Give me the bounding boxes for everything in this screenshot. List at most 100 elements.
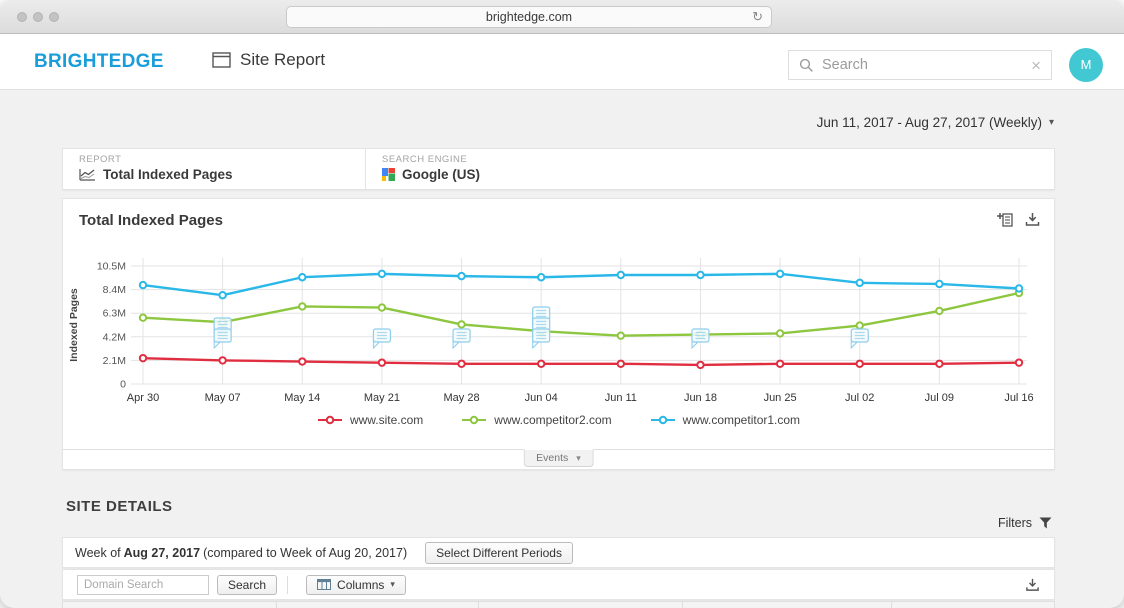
x-tick-label: Jul 16 — [1004, 392, 1033, 404]
filters-button[interactable]: Filters — [998, 516, 1052, 530]
data-point — [379, 271, 385, 277]
search-icon — [799, 58, 814, 73]
refresh-icon[interactable]: ↻ — [752, 7, 763, 27]
chart-actions — [997, 212, 1040, 227]
toolbar-divider — [287, 576, 288, 594]
data-point — [458, 273, 464, 279]
select-different-periods-button[interactable]: Select Different Periods — [425, 542, 573, 564]
legend-item[interactable]: www.competitor2.com — [461, 413, 611, 427]
x-tick-label: Jul 02 — [845, 392, 874, 404]
legend-label: www.competitor2.com — [494, 413, 611, 427]
window-close-button[interactable] — [17, 12, 27, 22]
legend-marker — [650, 415, 676, 425]
data-point — [458, 321, 464, 327]
period-week: Aug 27, 2017 — [124, 546, 200, 560]
data-point — [299, 358, 305, 364]
date-range-selector[interactable]: Jun 11, 2017 - Aug 27, 2017 (Weekly) ▾ — [817, 115, 1054, 130]
legend-item[interactable]: www.site.com — [317, 413, 423, 427]
data-point — [458, 361, 464, 367]
table-column-header — [683, 602, 892, 608]
google-icon — [382, 168, 395, 181]
table-column-header — [277, 602, 479, 608]
search-engine-selector[interactable]: SEARCH ENGINE Google (US) — [366, 149, 1054, 189]
data-point — [697, 362, 703, 368]
line-chart-icon — [79, 168, 96, 181]
x-tick-label: Jun 04 — [525, 392, 558, 404]
data-point — [140, 282, 146, 288]
report-selector[interactable]: REPORT Total Indexed Pages — [63, 149, 366, 189]
table-column-header — [63, 602, 277, 608]
data-point — [857, 361, 863, 367]
chevron-down-icon: ▾ — [576, 453, 581, 464]
user-avatar[interactable]: M — [1069, 48, 1103, 82]
data-point — [618, 332, 624, 338]
data-point — [140, 355, 146, 361]
data-point — [777, 361, 783, 367]
data-point — [618, 272, 624, 278]
domain-search-button[interactable]: Search — [217, 575, 277, 595]
legend-item[interactable]: www.competitor1.com — [650, 413, 800, 427]
url-bar[interactable]: brightedge.com ↻ — [286, 6, 772, 28]
x-tick-label: May 28 — [444, 392, 480, 404]
y-tick-label: 8.4M — [103, 284, 126, 296]
period-bar: Week ofAug 27, 2017(compared to Week of … — [62, 537, 1055, 568]
x-tick-label: Jul 09 — [925, 392, 954, 404]
add-to-dashboard-icon[interactable] — [997, 212, 1013, 227]
page-title: Site Report — [240, 50, 325, 70]
y-axis-label: Indexed Pages — [68, 288, 80, 362]
legend-marker — [317, 415, 343, 425]
columns-button[interactable]: Columns ▾ — [306, 575, 406, 595]
columns-table-icon — [317, 579, 331, 590]
window-zoom-button[interactable] — [49, 12, 59, 22]
x-tick-label: May 07 — [205, 392, 241, 404]
table-column-header — [892, 602, 1054, 608]
date-range-label: Jun 11, 2017 - Aug 27, 2017 (Weekly) — [817, 115, 1042, 130]
events-button-label: Events — [536, 452, 568, 464]
data-point — [219, 357, 225, 363]
data-point — [618, 361, 624, 367]
x-tick-label: Jun 25 — [764, 392, 797, 404]
period-comparison: (compared to Week of Aug 20, 2017) — [203, 546, 407, 560]
x-tick-label: Jun 18 — [684, 392, 717, 404]
legend-label: www.site.com — [350, 413, 423, 427]
browser-window: brightedge.com ↻ BRIGHTEDGE Site Report … — [0, 0, 1124, 608]
events-button[interactable]: Events ▾ — [523, 449, 594, 467]
chevron-down-icon: ▾ — [390, 579, 395, 590]
brightedge-logo[interactable]: BRIGHTEDGE — [34, 51, 164, 73]
search-engine-label: SEARCH ENGINE — [382, 154, 1054, 165]
search-clear-icon[interactable]: × — [1031, 57, 1041, 74]
legend-marker — [461, 415, 487, 425]
data-point — [777, 330, 783, 336]
download-chart-icon[interactable] — [1025, 212, 1040, 227]
data-point — [1016, 285, 1022, 291]
chart-panel: Total Indexed Pages 02.1M4.2M6.3M8.4M10.… — [62, 198, 1055, 470]
series-www.competitor1.com — [140, 271, 1022, 299]
data-point — [299, 274, 305, 280]
data-point — [857, 322, 863, 328]
columns-button-label: Columns — [337, 578, 384, 592]
search-input[interactable] — [822, 57, 1031, 73]
series-www.competitor2.com — [140, 290, 1022, 339]
data-point — [379, 359, 385, 365]
download-table-icon[interactable] — [1025, 578, 1040, 592]
data-point — [936, 361, 942, 367]
report-selector-bar: REPORT Total Indexed Pages SEARCH ENGINE — [62, 148, 1055, 190]
data-point — [936, 281, 942, 287]
data-point — [936, 308, 942, 314]
y-tick-label: 0 — [120, 379, 126, 391]
data-point — [538, 361, 544, 367]
y-tick-label: 6.3M — [103, 308, 126, 320]
window-minimize-button[interactable] — [33, 12, 43, 22]
chart-title: Total Indexed Pages — [79, 212, 223, 229]
legend-label: www.competitor1.com — [683, 413, 800, 427]
data-point — [697, 272, 703, 278]
data-point — [140, 314, 146, 320]
filter-funnel-icon — [1039, 517, 1052, 529]
browser-chrome: brightedge.com ↻ — [0, 0, 1124, 34]
table-header-partial — [62, 601, 1055, 608]
period-prefix: Week of — [75, 546, 121, 560]
x-tick-label: May 14 — [284, 392, 320, 404]
data-point — [299, 303, 305, 309]
x-tick-label: May 21 — [364, 392, 400, 404]
domain-search-input[interactable] — [77, 575, 209, 595]
